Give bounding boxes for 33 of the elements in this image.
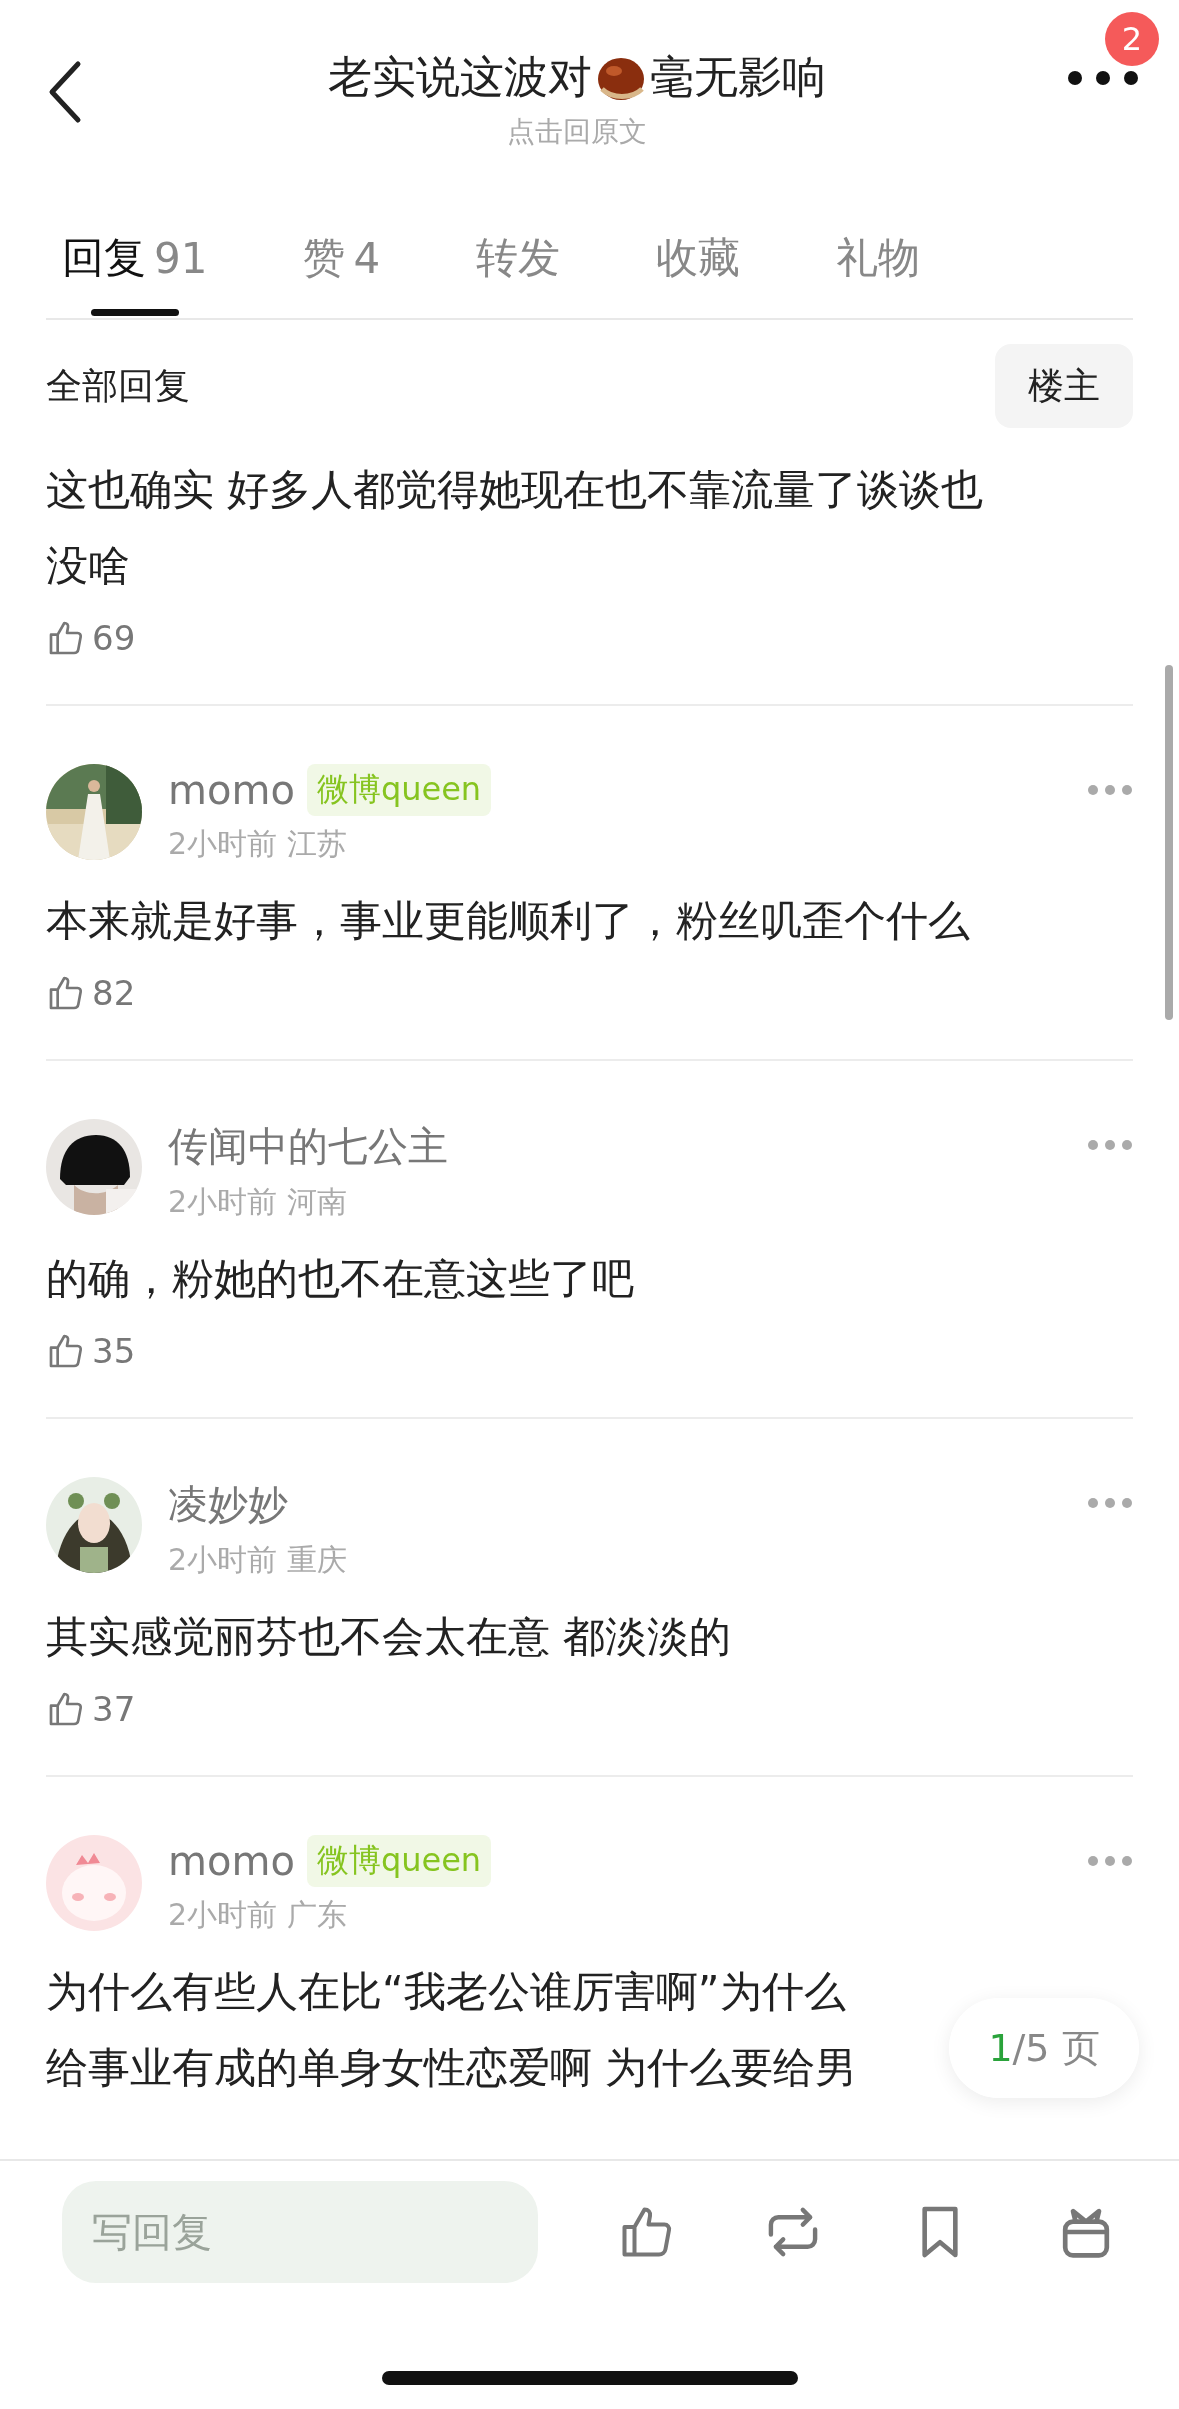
user-name[interactable]: momo	[168, 1838, 295, 1884]
comment-meta: 2小时前 重庆	[168, 1541, 348, 1579]
post-title: 毫无影响	[649, 50, 826, 104]
user-tag: 微博queen	[306, 764, 492, 816]
user-name[interactable]: 凌妙妙	[168, 1477, 288, 1532]
like-count: 69	[92, 618, 136, 658]
like-count: 82	[92, 973, 136, 1013]
tab[interactable]: 赞 4	[303, 200, 381, 316]
like-count: 37	[92, 1689, 136, 1729]
user-name[interactable]: 传闻中的七公主	[168, 1119, 448, 1174]
post-title: 老实说这波对	[327, 50, 592, 104]
comment-meta: 2小时前 河南	[168, 1183, 348, 1221]
notification-badge: 2	[1105, 12, 1159, 66]
user-tag: 微博queen	[306, 1835, 492, 1887]
tab[interactable]: 转发	[476, 200, 561, 316]
tab[interactable]: 收藏	[656, 200, 741, 316]
comment-text: 本来就是好事，事业更能顺利了，粉丝叽歪个什么	[46, 895, 970, 947]
comment-meta: 2小时前 广东	[168, 1896, 348, 1934]
tab[interactable]: 礼物	[836, 200, 921, 316]
comment-text: 为什么有些人在比“我老公谁厉害啊”为什么 给事业有成的单身女性恋爱啊 为什么要给男	[46, 1966, 858, 2094]
like-count: 35	[92, 1331, 136, 1371]
comment-text: 的确，粉她的也不在意这些了吧	[46, 1253, 634, 1305]
back-to-original-link[interactable]: 点击回原文	[506, 113, 647, 151]
comment-text: 其实感觉丽芬也不会太在意 都淡淡的	[46, 1611, 732, 1663]
reply-field[interactable]: 写回复	[62, 2181, 538, 2283]
page-indicator[interactable]: 1/5 页	[949, 1998, 1139, 2098]
more-icon[interactable]	[1067, 70, 1139, 86]
owner-filter-button[interactable]: 楼主	[995, 344, 1133, 428]
tab[interactable]: 回复 91	[62, 200, 208, 316]
section-label: 全部回复	[46, 363, 190, 408]
user-name[interactable]: momo	[168, 767, 295, 813]
comment-text: 这也确实 好多人都觉得她现在也不靠流量了谈谈也 没啥	[46, 464, 984, 592]
comment-meta: 2小时前 江苏	[168, 825, 348, 863]
